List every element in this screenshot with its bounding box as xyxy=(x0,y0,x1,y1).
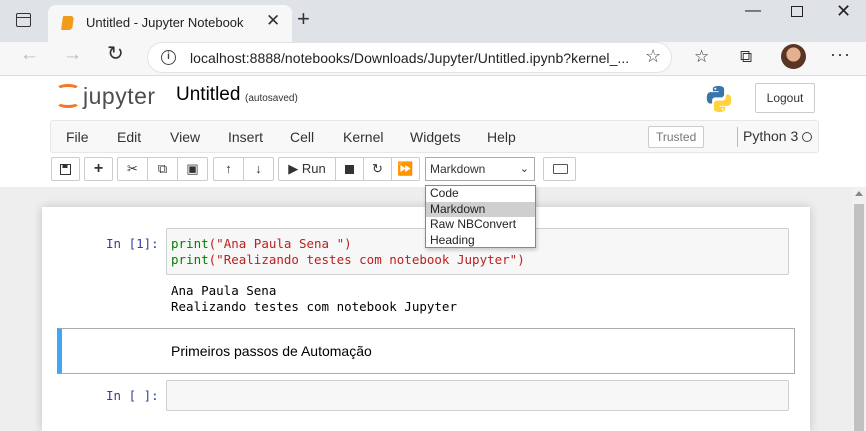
collections-icon[interactable]: ⧉ xyxy=(740,47,752,67)
paste-button[interactable]: ▣ xyxy=(177,157,208,181)
scroll-up-icon[interactable] xyxy=(855,191,863,196)
window-maximize-icon[interactable] xyxy=(791,6,803,17)
back-arrow-icon[interactable]: ← xyxy=(20,45,39,64)
browser-navbar: ← → ↻ i localhost:8888/notebooks/Downloa… xyxy=(0,42,866,75)
python-logo-icon xyxy=(706,86,732,112)
run-button[interactable]: ▶ Run xyxy=(278,157,336,181)
arrow-down-icon: ↓ xyxy=(255,161,262,176)
cell-type-dropdown: Code Markdown Raw NBConvert Heading xyxy=(425,185,536,248)
menu-kernel[interactable]: Kernel xyxy=(343,129,383,145)
output-line: Ana Paula Sena xyxy=(171,283,277,298)
menu-insert[interactable]: Insert xyxy=(228,129,263,145)
menu-view[interactable]: View xyxy=(170,129,200,145)
kernel-status-icon xyxy=(802,132,812,142)
kernel-divider xyxy=(737,127,738,147)
forward-arrow-icon[interactable]: → xyxy=(63,45,82,64)
scissors-icon: ✂ xyxy=(127,161,138,176)
option-code[interactable]: Code xyxy=(426,186,535,202)
new-tab-icon[interactable]: + xyxy=(297,8,310,30)
notebook-title[interactable]: Untitled xyxy=(176,84,240,106)
plus-icon: + xyxy=(93,160,104,177)
move-up-button[interactable]: ↑ xyxy=(213,157,244,181)
save-icon xyxy=(60,164,71,175)
tab-close-icon[interactable]: ✕ xyxy=(266,12,280,29)
reload-icon[interactable]: ↻ xyxy=(107,44,124,64)
menu-file[interactable]: File xyxy=(66,129,89,145)
more-menu-icon[interactable]: ··· xyxy=(830,44,851,65)
builtin-name: print xyxy=(171,252,209,267)
tab-actions-icon[interactable] xyxy=(16,13,31,27)
play-icon: ▶ xyxy=(288,161,299,176)
notebook-toolbar: + ✂ ⧉ ▣ ↑ ↓ ▶ Run ↻ ⏩ Markdown ⌄ xyxy=(0,157,866,183)
markdown-cell-selected[interactable]: Primeiros passos de Automação xyxy=(57,328,795,374)
menu-widgets[interactable]: Widgets xyxy=(410,129,461,145)
page-scrollbar[interactable] xyxy=(852,187,866,431)
restart-icon: ↻ xyxy=(372,161,383,176)
cell-prompt: In [ ]: xyxy=(106,388,159,403)
interrupt-button[interactable] xyxy=(335,157,364,181)
option-markdown[interactable]: Markdown xyxy=(426,201,535,217)
menu-help[interactable]: Help xyxy=(487,129,516,145)
code-line: print("Realizando testes com notebook Ju… xyxy=(171,252,525,268)
chevron-down-icon: ⌄ xyxy=(519,163,529,175)
copy-icon: ⧉ xyxy=(157,161,168,176)
string-literal: ("Ana Paula Sena ") xyxy=(208,236,352,251)
url-text[interactable]: localhost:8888/notebooks/Downloads/Jupyt… xyxy=(190,50,629,66)
output-line: Realizando testes com notebook Jupyter xyxy=(171,299,457,314)
notebook-favicon-icon xyxy=(61,16,74,30)
jupyter-logo-text[interactable]: jupyter xyxy=(83,83,156,110)
profile-avatar[interactable] xyxy=(781,44,806,69)
fast-forward-icon: ⏩ xyxy=(397,161,414,176)
markdown-rendered-text: Primeiros passos de Automação xyxy=(171,343,372,359)
address-bar[interactable]: i localhost:8888/notebooks/Downloads/Jup… xyxy=(147,42,672,73)
autosave-status: (autosaved) xyxy=(245,93,298,104)
add-favorite-icon[interactable]: ☆ xyxy=(645,46,661,67)
builtin-name: print xyxy=(171,236,209,251)
cell-prompt: In [1]: xyxy=(106,236,159,251)
move-down-button[interactable]: ↓ xyxy=(243,157,274,181)
string-literal: ("Realizando testes com notebook Jupyter… xyxy=(208,252,525,267)
browser-tab[interactable]: Untitled - Jupyter Notebook ✕ xyxy=(48,5,292,42)
jupyter-logo-icon[interactable] xyxy=(56,84,80,110)
copy-button[interactable]: ⧉ xyxy=(147,157,178,181)
cut-button[interactable]: ✂ xyxy=(117,157,148,181)
window-minimize-icon[interactable]: — xyxy=(745,2,761,20)
stop-icon xyxy=(345,165,354,174)
option-raw-nbconvert[interactable]: Raw NBConvert xyxy=(426,217,535,233)
code-cell-input-empty[interactable] xyxy=(166,380,789,411)
keyboard-icon xyxy=(553,164,568,174)
kernel-name: Python 3 xyxy=(743,128,799,144)
restart-button[interactable]: ↻ xyxy=(363,157,392,181)
browser-tab-strip: Untitled - Jupyter Notebook ✕ + — ✕ xyxy=(0,0,866,42)
run-label: Run xyxy=(301,161,326,176)
favorites-icon[interactable]: ☆ xyxy=(694,47,709,67)
menu-edit[interactable]: Edit xyxy=(117,129,141,145)
option-heading[interactable]: Heading xyxy=(426,233,535,249)
menu-cell[interactable]: Cell xyxy=(290,129,314,145)
tab-title: Untitled - Jupyter Notebook xyxy=(86,15,244,30)
logout-button[interactable]: Logout xyxy=(755,83,815,113)
insert-cell-button[interactable]: + xyxy=(84,157,113,181)
save-button[interactable] xyxy=(51,157,80,181)
jupyter-header: jupyter Untitled (autosaved) Logout File… xyxy=(0,75,866,187)
restart-run-all-button[interactable]: ⏩ xyxy=(391,157,420,181)
arrow-up-icon: ↑ xyxy=(225,161,232,176)
scrollbar-thumb[interactable] xyxy=(854,204,864,431)
info-icon[interactable]: i xyxy=(161,50,176,65)
window-close-icon[interactable]: ✕ xyxy=(836,1,851,22)
cell-type-value: Markdown xyxy=(430,162,486,176)
trusted-badge[interactable]: Trusted xyxy=(648,126,705,148)
command-palette-button[interactable] xyxy=(543,157,576,181)
cell-type-select[interactable]: Markdown ⌄ xyxy=(425,157,535,181)
paste-icon: ▣ xyxy=(186,161,199,176)
notebook-menubar: File Edit View Insert Cell Kernel Widget… xyxy=(50,120,819,153)
